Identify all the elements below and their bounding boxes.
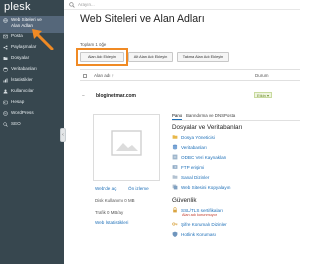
traffic-text: Trafik 0 MB/ay — [95, 210, 124, 215]
disk-usage-text: Disk Kullanımı 0 MB — [95, 198, 135, 203]
tab-mail[interactable]: Posta — [224, 113, 235, 118]
link-label: Hotlink Koruması — [181, 231, 216, 237]
tab-hosting-dns[interactable]: Barındırma ve DNS — [186, 113, 224, 118]
section-title-security: Güvenlik — [172, 197, 197, 204]
sidebar-item-label: Kullanıcılar — [11, 88, 34, 93]
odbc-link[interactable]: ODBC Veri Kaynakları — [172, 154, 226, 160]
domain-name-link[interactable]: bloginetmar.com — [96, 93, 136, 99]
lock-icon — [173, 207, 177, 213]
copy-website-link[interactable]: Web Sitesini Kopyalayın — [172, 184, 230, 190]
share-icon — [3, 45, 8, 50]
sidebar-item-statistics[interactable]: İstatistikler — [0, 77, 64, 88]
link-label: SSL/TLS sertifikaları — [181, 207, 223, 213]
site-preview-thumbnail — [93, 114, 160, 181]
collapse-row-icon[interactable]: − — [82, 93, 85, 99]
sidebar-item-label: SEO — [11, 121, 21, 126]
copy-icon — [172, 184, 178, 190]
link-label: FTP erişimi — [181, 164, 205, 170]
sidebar-item-wordpress[interactable]: W WordPress — [0, 110, 64, 121]
highlight-box — [76, 48, 128, 66]
sidebar-item-account[interactable]: Hesap — [0, 99, 64, 110]
password-protected-directories-link[interactable]: Şifre Korumalı Dizinler — [172, 221, 227, 227]
seo-icon — [3, 122, 8, 127]
tab-dashboard[interactable]: Pano — [172, 113, 183, 120]
top-bar: Arayın... — [64, 0, 300, 10]
table-header: Alan adı ↑ Durum — [80, 69, 300, 81]
link-label: Veritabanları — [181, 144, 207, 150]
ftp-access-link[interactable]: FTP erişimi — [172, 164, 204, 170]
open-in-web-link[interactable]: Web'de aç — [95, 186, 116, 191]
total-items: Toplam 1 öğe — [80, 42, 107, 47]
account-icon — [3, 100, 8, 105]
database-icon — [172, 144, 178, 150]
databases-link[interactable]: Veritabanları — [172, 144, 207, 150]
sidebar: plesk Web Siteleri ve Alan Adları Posta … — [0, 0, 66, 264]
hotlink-protection-link[interactable]: Hotlink Koruması — [172, 231, 216, 237]
sidebar-item-label: Hesap — [11, 99, 25, 104]
sidebar-item-seo[interactable]: SEO — [0, 121, 64, 132]
status-badge[interactable]: Etkin ▾ — [254, 92, 273, 98]
annotation-arrow-icon — [32, 29, 54, 50]
wordpress-icon: W — [3, 111, 8, 116]
virtual-directory-icon — [172, 175, 178, 179]
select-all-checkbox[interactable] — [83, 74, 87, 78]
link-label: Şifre Korumalı Dizinler — [181, 221, 227, 227]
link-label: ODBC Veri Kaynakları — [181, 154, 227, 160]
column-header-status[interactable]: Durum — [255, 73, 269, 78]
link-label: Web Sitesini Kopyalayın — [181, 184, 231, 190]
sidebar-item-label: Posta — [11, 33, 23, 38]
sidebar-item-files[interactable]: Dosyalar — [0, 55, 64, 66]
chart-icon — [3, 78, 8, 83]
virtual-directories-link[interactable]: Sanal Dizinler — [172, 174, 209, 180]
image-placeholder-icon — [111, 130, 142, 156]
table-row: − bloginetmar.com Etkin ▾ — [80, 89, 300, 103]
sidebar-item-users[interactable]: Kullanıcılar — [0, 88, 64, 99]
ssl-warning-text: Alan adı korunmuyor — [182, 213, 218, 217]
file-manager-link[interactable]: Dosya Yöneticisi — [172, 134, 215, 140]
column-header-domain[interactable]: Alan adı ↑ — [94, 73, 114, 78]
sidebar-item-label: WordPress — [11, 110, 34, 115]
globe-icon — [3, 18, 8, 23]
sidebar-item-label: Veritabanları — [11, 66, 37, 71]
sidebar-item-databases[interactable]: Veritabanları — [0, 66, 64, 77]
tab-bar: Pano Barındırma ve DNS Posta — [172, 113, 300, 121]
search-icon — [69, 2, 75, 8]
link-label: Sanal Dizinler — [181, 174, 210, 180]
page-title: Web Siteleri ve Alan Adları — [80, 13, 205, 25]
ftp-icon — [172, 165, 178, 169]
sidebar-item-label: Dosyalar — [11, 55, 30, 60]
add-alias-button[interactable]: Takma Alan Adı Ekleyin — [177, 52, 229, 62]
database-icon — [3, 67, 8, 72]
preview-link[interactable]: Ön izleme — [128, 186, 149, 191]
shield-icon — [172, 231, 178, 237]
odbc-icon — [172, 154, 178, 160]
mail-icon — [3, 34, 8, 39]
plesk-logo[interactable]: plesk — [4, 1, 31, 13]
folder-icon — [3, 57, 8, 60]
sidebar-item-label: İstatistikler — [11, 77, 33, 82]
add-subdomain-button[interactable]: Alt Alan Adı Ekleyin — [128, 52, 173, 62]
web-statistics-link[interactable]: Web İstatistikleri — [95, 220, 128, 225]
sidebar-item-label: Web Siteleri ve Alan Adları — [11, 17, 42, 28]
link-label: Dosya Yöneticisi — [181, 134, 215, 140]
section-title-files-db: Dosyalar ve Veritabanları — [172, 124, 243, 131]
search-input[interactable]: Arayın... — [78, 2, 95, 7]
users-icon — [3, 89, 8, 94]
folder-icon — [172, 135, 178, 139]
sidebar-collapse-handle[interactable]: ‹ — [60, 128, 66, 142]
svg-text:W: W — [4, 112, 7, 116]
key-icon — [172, 222, 178, 226]
